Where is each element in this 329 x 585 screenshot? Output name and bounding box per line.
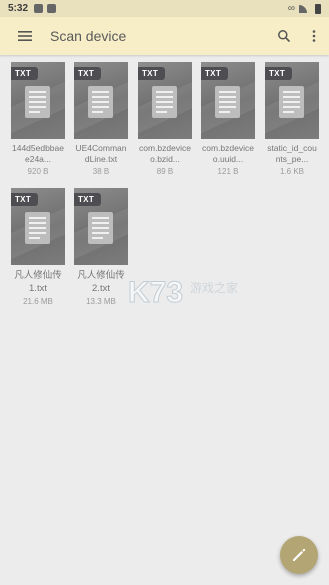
file-type-badge: TXT xyxy=(265,67,293,80)
file-type-badge: TXT xyxy=(11,193,39,206)
menu-button[interactable] xyxy=(0,17,50,55)
file-name: 144d5edbbaee24a... xyxy=(11,143,64,164)
file-size: 13.3 MB xyxy=(86,297,116,306)
more-vert-icon xyxy=(312,30,316,42)
file-item[interactable]: TXT 凡人修仙传2.txt 13.3 MB xyxy=(74,188,128,306)
file-type-badge: TXT xyxy=(138,67,166,80)
file-name: 凡人修仙传2.txt xyxy=(77,270,125,294)
status-time: 5:32 xyxy=(8,3,29,14)
page-title: Scan device xyxy=(50,28,127,44)
more-options-button[interactable] xyxy=(299,17,329,55)
file-thumbnail: TXT xyxy=(201,62,255,139)
file-size: 89 B xyxy=(156,167,174,176)
file-name: UE4CommandLine.txt xyxy=(75,143,127,164)
file-thumbnail: TXT xyxy=(11,188,65,265)
notification-icon xyxy=(47,4,57,13)
text-document-icon xyxy=(215,86,240,118)
file-type-badge: TXT xyxy=(201,67,229,80)
file-type-badge: TXT xyxy=(74,67,102,80)
notification-icon xyxy=(34,4,44,13)
file-size: 1.6 KB xyxy=(279,167,304,176)
file-name: 凡人修仙传1.txt xyxy=(14,270,62,294)
svg-text:游戏之家: 游戏之家 xyxy=(190,280,238,295)
file-size: 21.6 MB xyxy=(23,297,53,306)
text-document-icon xyxy=(88,212,113,244)
search-icon xyxy=(278,30,291,43)
file-thumbnail: TXT xyxy=(265,62,319,139)
hamburger-menu-icon xyxy=(18,31,32,41)
text-document-icon xyxy=(152,86,177,118)
text-document-icon xyxy=(25,86,50,118)
file-thumbnail: TXT xyxy=(138,62,192,139)
file-type-badge: TXT xyxy=(11,67,39,80)
status-bar: 5:32 ∞ xyxy=(0,0,329,17)
battery-icon xyxy=(315,3,321,14)
file-size: 38 B xyxy=(92,167,110,176)
text-document-icon xyxy=(279,86,304,118)
file-name: static_id_counts_pe... xyxy=(267,143,317,164)
wifi-icon xyxy=(299,4,307,13)
file-item[interactable]: TXT com.bzdeviceo.bzid... 89 B xyxy=(138,62,192,176)
file-item[interactable]: TXT UE4CommandLine.txt 38 B xyxy=(74,62,128,176)
file-name: com.bzdeviceo.uuid... xyxy=(202,143,254,164)
file-item[interactable]: TXT static_id_counts_pe... 1.6 KB xyxy=(265,62,319,176)
edit-fab-button[interactable] xyxy=(280,536,318,574)
link-icon: ∞ xyxy=(287,3,295,14)
file-thumbnail: TXT xyxy=(74,62,128,139)
k73-watermark-logo: K73 游戏之家 xyxy=(128,276,239,310)
pencil-icon xyxy=(293,548,306,561)
file-size: 920 B xyxy=(27,167,49,176)
file-type-badge: TXT xyxy=(74,193,102,206)
text-document-icon xyxy=(25,212,50,244)
file-item[interactable]: TXT com.bzdeviceo.uuid... 121 B xyxy=(201,62,255,176)
file-thumbnail: TXT xyxy=(74,188,128,265)
app-bar: Scan device xyxy=(0,17,329,55)
text-document-icon xyxy=(88,86,113,118)
file-name: com.bzdeviceo.bzid... xyxy=(139,143,191,164)
search-button[interactable] xyxy=(269,17,299,55)
svg-text:K73: K73 xyxy=(128,276,183,309)
file-item[interactable]: TXT 144d5edbbaee24a... 920 B xyxy=(11,62,65,176)
file-item[interactable]: TXT 凡人修仙传1.txt 21.6 MB xyxy=(11,188,65,306)
file-thumbnail: TXT xyxy=(11,62,65,139)
file-size: 121 B xyxy=(217,167,239,176)
